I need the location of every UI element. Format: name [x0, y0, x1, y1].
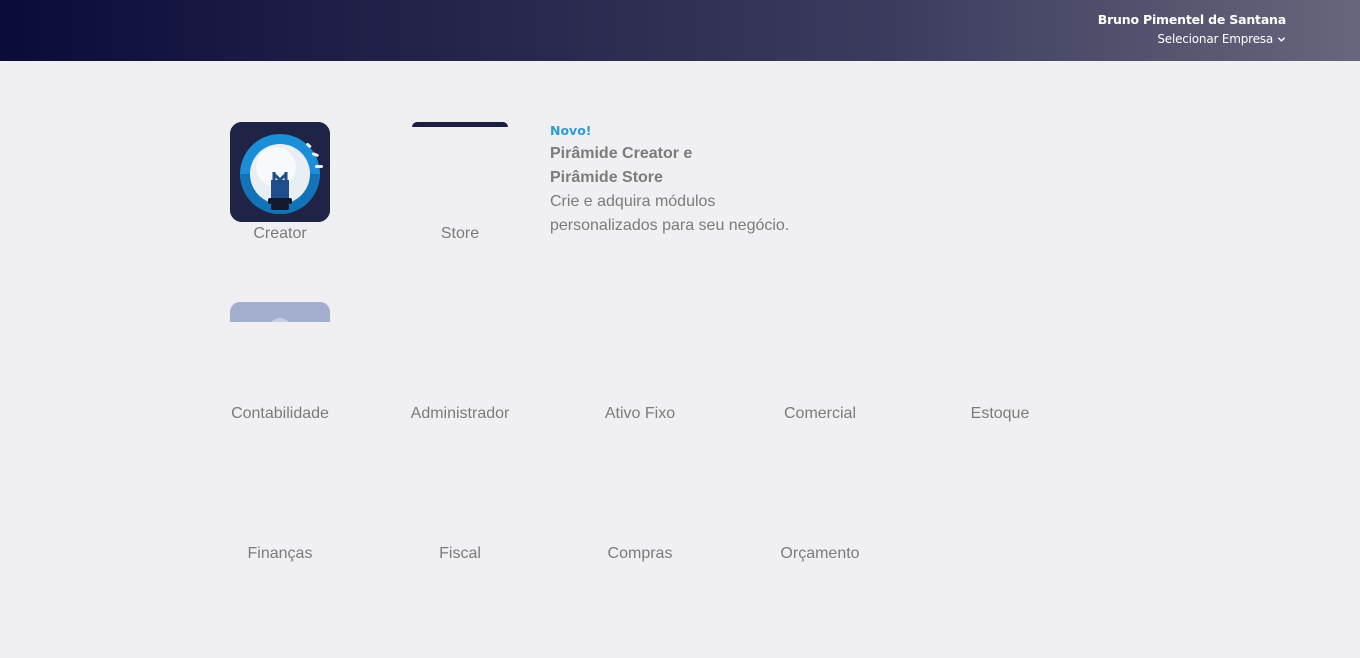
- promo-title-line2: Pirâmide Store: [550, 169, 663, 186]
- tile-store[interactable]: Store: [390, 122, 530, 243]
- user-menu: Bruno Pimentel de Santana Selecionar Emp…: [1098, 12, 1286, 48]
- estoque-icon: [950, 302, 1050, 402]
- compras-icon: [590, 442, 690, 542]
- contabilidade-icon: [230, 302, 330, 402]
- ativo-fixo-icon: [590, 302, 690, 402]
- user-name: Bruno Pimentel de Santana: [1097, 12, 1286, 27]
- tile-financas[interactable]: Finanças: [210, 442, 350, 563]
- promo-description-line2: personalizados para seu negócio.: [550, 217, 790, 234]
- chevron-down-icon: [1277, 36, 1286, 42]
- store-icon-top-edge: [412, 122, 508, 127]
- tile-label: Finanças: [247, 545, 313, 562]
- tile-label: Fiscal: [439, 545, 481, 562]
- tile-orcamento[interactable]: Orçamento: [750, 442, 890, 563]
- orcamento-icon: [770, 442, 870, 542]
- tile-label: Contabilidade: [231, 405, 329, 422]
- fiscal-icon: [410, 442, 510, 542]
- tile-label: Comercial: [783, 405, 856, 422]
- company-select-dropdown[interactable]: Selecionar Empresa: [1157, 32, 1286, 46]
- financas-icon: [230, 442, 330, 542]
- tile-administrador[interactable]: Administrador: [390, 302, 530, 423]
- tile-label: Compras: [607, 545, 673, 562]
- tile-label: Estoque: [970, 405, 1030, 422]
- tile-label: Administrador: [410, 405, 510, 422]
- new-badge: Novo!: [550, 123, 592, 138]
- company-select-label: Selecionar Empresa: [1157, 32, 1273, 46]
- tile-fiscal[interactable]: Fiscal: [390, 442, 530, 563]
- top-header: Bruno Pimentel de Santana Selecionar Emp…: [0, 0, 1360, 61]
- tile-comercial[interactable]: Comercial: [750, 302, 890, 423]
- promo-title-line1: Pirâmide Creator e: [550, 145, 693, 162]
- tile-creator[interactable]: Creator: [210, 122, 350, 243]
- lightbulb-icon: [230, 122, 330, 222]
- tile-compras[interactable]: Compras: [570, 442, 710, 563]
- promo-announcement: Novo! Pirâmide Creator e Pirâmide Store …: [550, 123, 850, 238]
- administrador-icon: [410, 302, 510, 402]
- tile-estoque[interactable]: Estoque: [930, 302, 1070, 423]
- tile-label: Store: [440, 225, 480, 242]
- tile-contabilidade[interactable]: Contabilidade: [210, 302, 350, 423]
- tile-label: Creator: [253, 225, 307, 242]
- tile-label: Ativo Fixo: [604, 405, 676, 422]
- comercial-icon: [770, 302, 870, 402]
- tile-label: Orçamento: [780, 545, 860, 562]
- tile-ativo-fixo[interactable]: Ativo Fixo: [570, 302, 710, 423]
- promo-description-line1: Crie e adquira módulos: [550, 193, 716, 210]
- store-icon: [410, 122, 510, 222]
